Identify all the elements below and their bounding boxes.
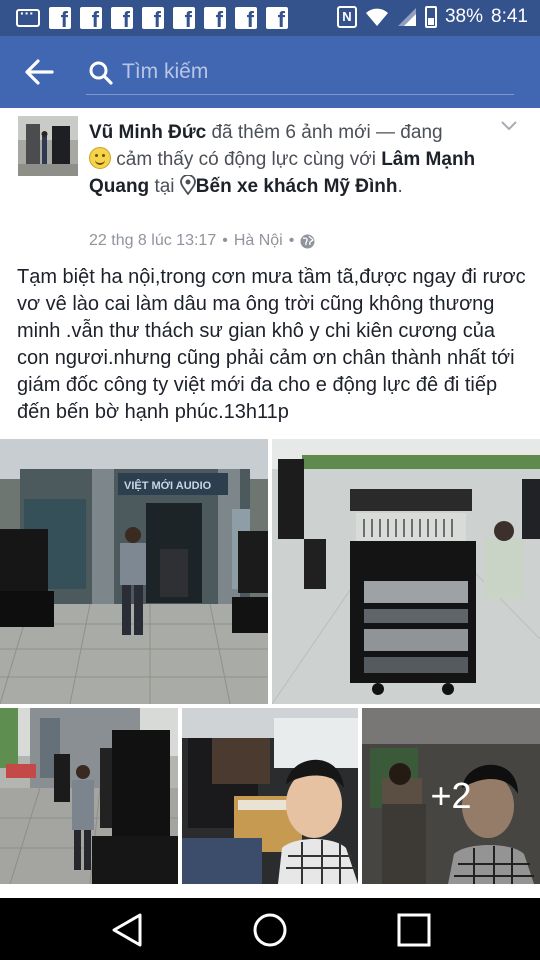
globe-icon <box>300 234 315 248</box>
facebook-icon <box>173 7 195 29</box>
android-nav-bar <box>0 898 540 960</box>
period: . <box>397 176 403 197</box>
search-underline <box>86 94 514 95</box>
recents-square-icon[interactable] <box>394 910 434 950</box>
signal-icon <box>397 8 416 26</box>
avatar[interactable] <box>18 116 78 176</box>
status-bar: N 38% 8:41 <box>0 0 540 36</box>
post-meta: 22 thg 8 lúc 13:17 • Hà Nội • <box>89 232 315 250</box>
notification-icons <box>16 5 288 29</box>
wifi-icon <box>365 8 388 26</box>
search-input[interactable]: Tìm kiếm <box>122 56 512 88</box>
back-arrow-icon[interactable] <box>20 54 60 90</box>
location-pin-icon <box>179 175 196 195</box>
facebook-icon <box>142 7 164 29</box>
post-header: Vũ Minh Đức đã thêm 6 ảnh mới — đang cảm… <box>89 119 489 200</box>
system-indicators: N 38% 8:41 <box>336 6 528 28</box>
chevron-down-icon[interactable] <box>500 120 518 132</box>
top-nav-bar: Tìm kiếm <box>0 36 540 108</box>
meta-separator: • <box>288 232 295 249</box>
search-icon[interactable] <box>88 60 114 86</box>
battery-icon <box>424 6 437 28</box>
facebook-icon <box>111 7 133 29</box>
post-photo-4[interactable] <box>182 708 358 884</box>
battery-percent: 38% <box>444 6 484 27</box>
meta-separator: • <box>222 232 228 249</box>
facebook-icon <box>204 7 226 29</box>
at-text: tại <box>149 176 180 197</box>
message-icon <box>16 5 40 27</box>
place-name[interactable]: Bến xe khách Mỹ Đình <box>196 176 398 197</box>
smiley-emoji-icon <box>89 147 111 169</box>
post-photo-5[interactable]: +2 <box>362 708 540 884</box>
nfc-icon: N <box>336 6 357 28</box>
timestamp[interactable]: 22 thg 8 lúc 13:17 <box>89 232 216 250</box>
post-photo-1[interactable]: VIỆT MỚI AUDIO <box>0 439 268 704</box>
clock: 8:41 <box>491 6 528 27</box>
post-photo-3[interactable] <box>0 708 178 884</box>
post-card: Vũ Minh Đức đã thêm 6 ảnh mới — đang cảm… <box>0 108 540 898</box>
facebook-icon <box>235 7 257 29</box>
facebook-icon <box>49 7 71 29</box>
location-text: Hà Nội <box>233 232 283 249</box>
store-sign-text: VIỆT MỚI AUDIO <box>124 479 212 492</box>
author-name[interactable]: Vũ Minh Đức <box>89 122 206 143</box>
back-triangle-icon[interactable] <box>108 910 148 950</box>
facebook-icon <box>266 7 288 29</box>
post-photo-2[interactable] <box>272 439 540 704</box>
more-photos-count[interactable]: +2 <box>362 708 540 884</box>
feeling-text: cảm thấy có động lực cùng với <box>111 149 382 170</box>
action-text: đã thêm 6 ảnh mới — đang <box>206 122 443 143</box>
post-body-text: Tạm biệt ha nội,trong cơn mưa tầm tã,đượ… <box>17 266 526 423</box>
home-circle-icon[interactable] <box>250 910 290 950</box>
facebook-icon <box>80 7 102 29</box>
